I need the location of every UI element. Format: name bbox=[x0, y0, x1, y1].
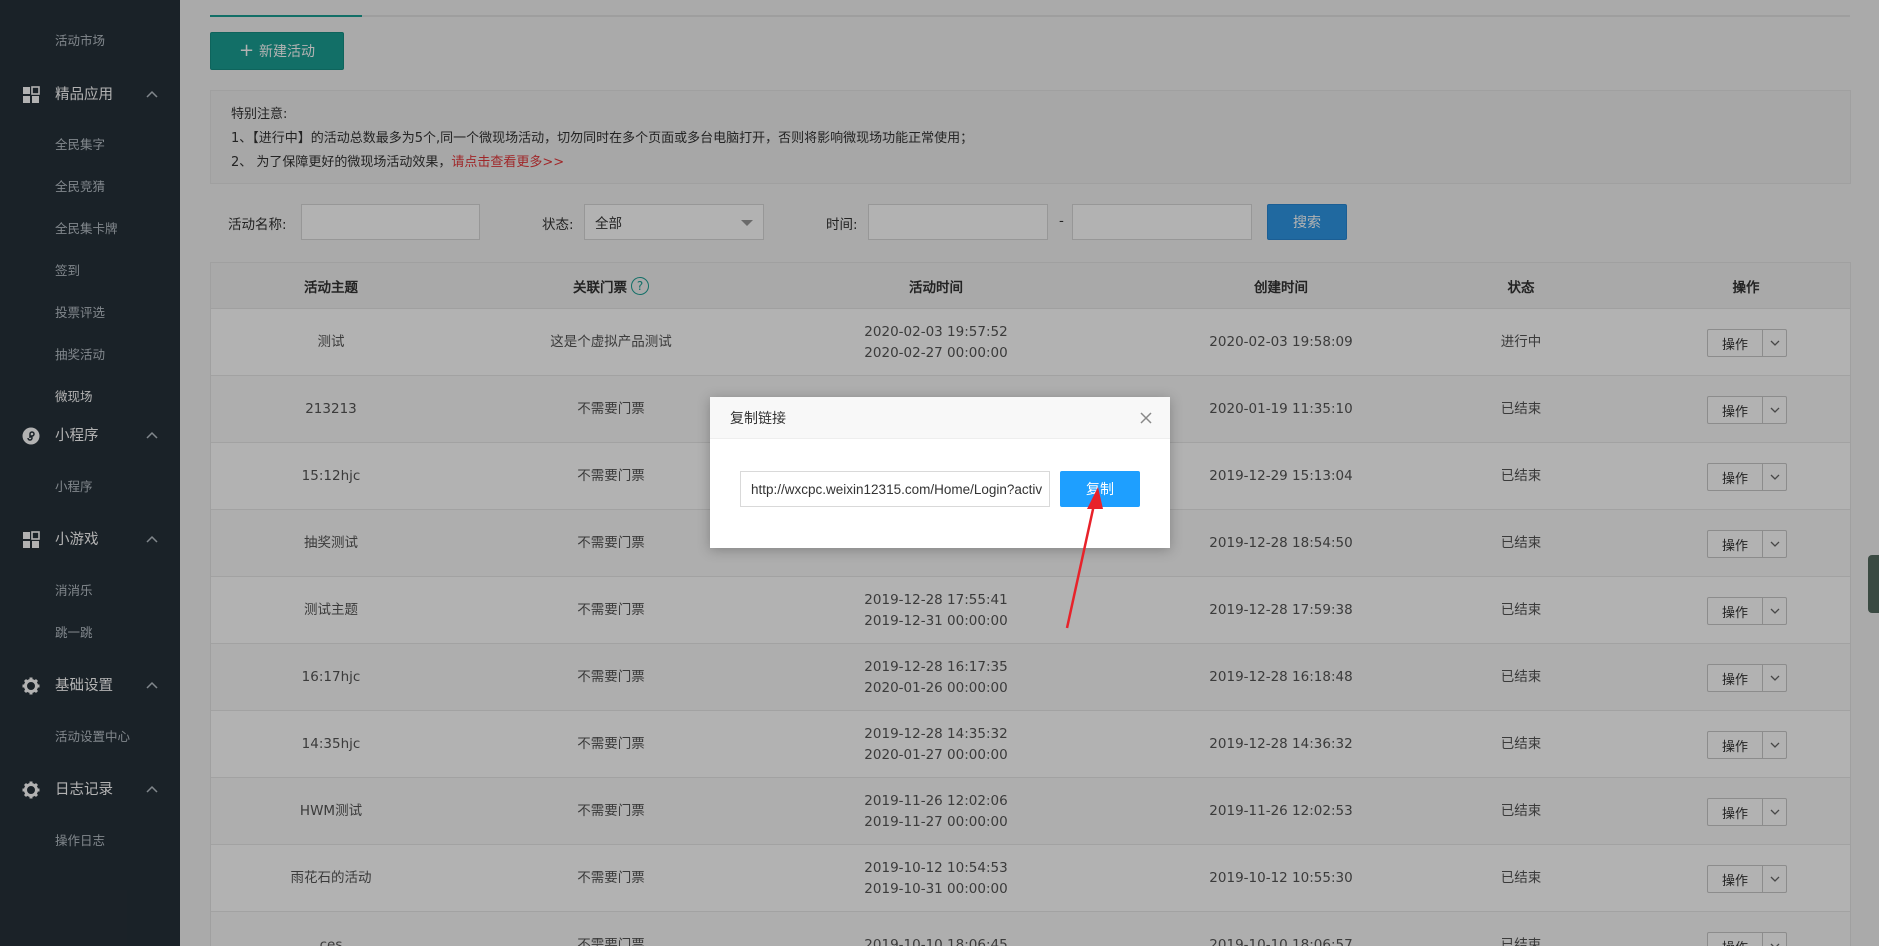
side-scroll-handle[interactable] bbox=[1868, 555, 1879, 613]
copy-link-dialog: 复制链接 http://wxcpc.weixin12315.com/Home/L… bbox=[710, 397, 1170, 548]
dialog-header: 复制链接 bbox=[710, 397, 1170, 439]
close-icon[interactable] bbox=[1138, 410, 1154, 426]
app-window: 活动市场 精品应用 全民集字 全民竞猜 全民集卡牌 签到 投票评选 抽奖活动 微… bbox=[0, 0, 1879, 946]
link-url-input[interactable]: http://wxcpc.weixin12315.com/Home/Login?… bbox=[740, 471, 1050, 507]
copy-button[interactable]: 复制 bbox=[1060, 471, 1140, 507]
dialog-title: 复制链接 bbox=[730, 410, 786, 427]
